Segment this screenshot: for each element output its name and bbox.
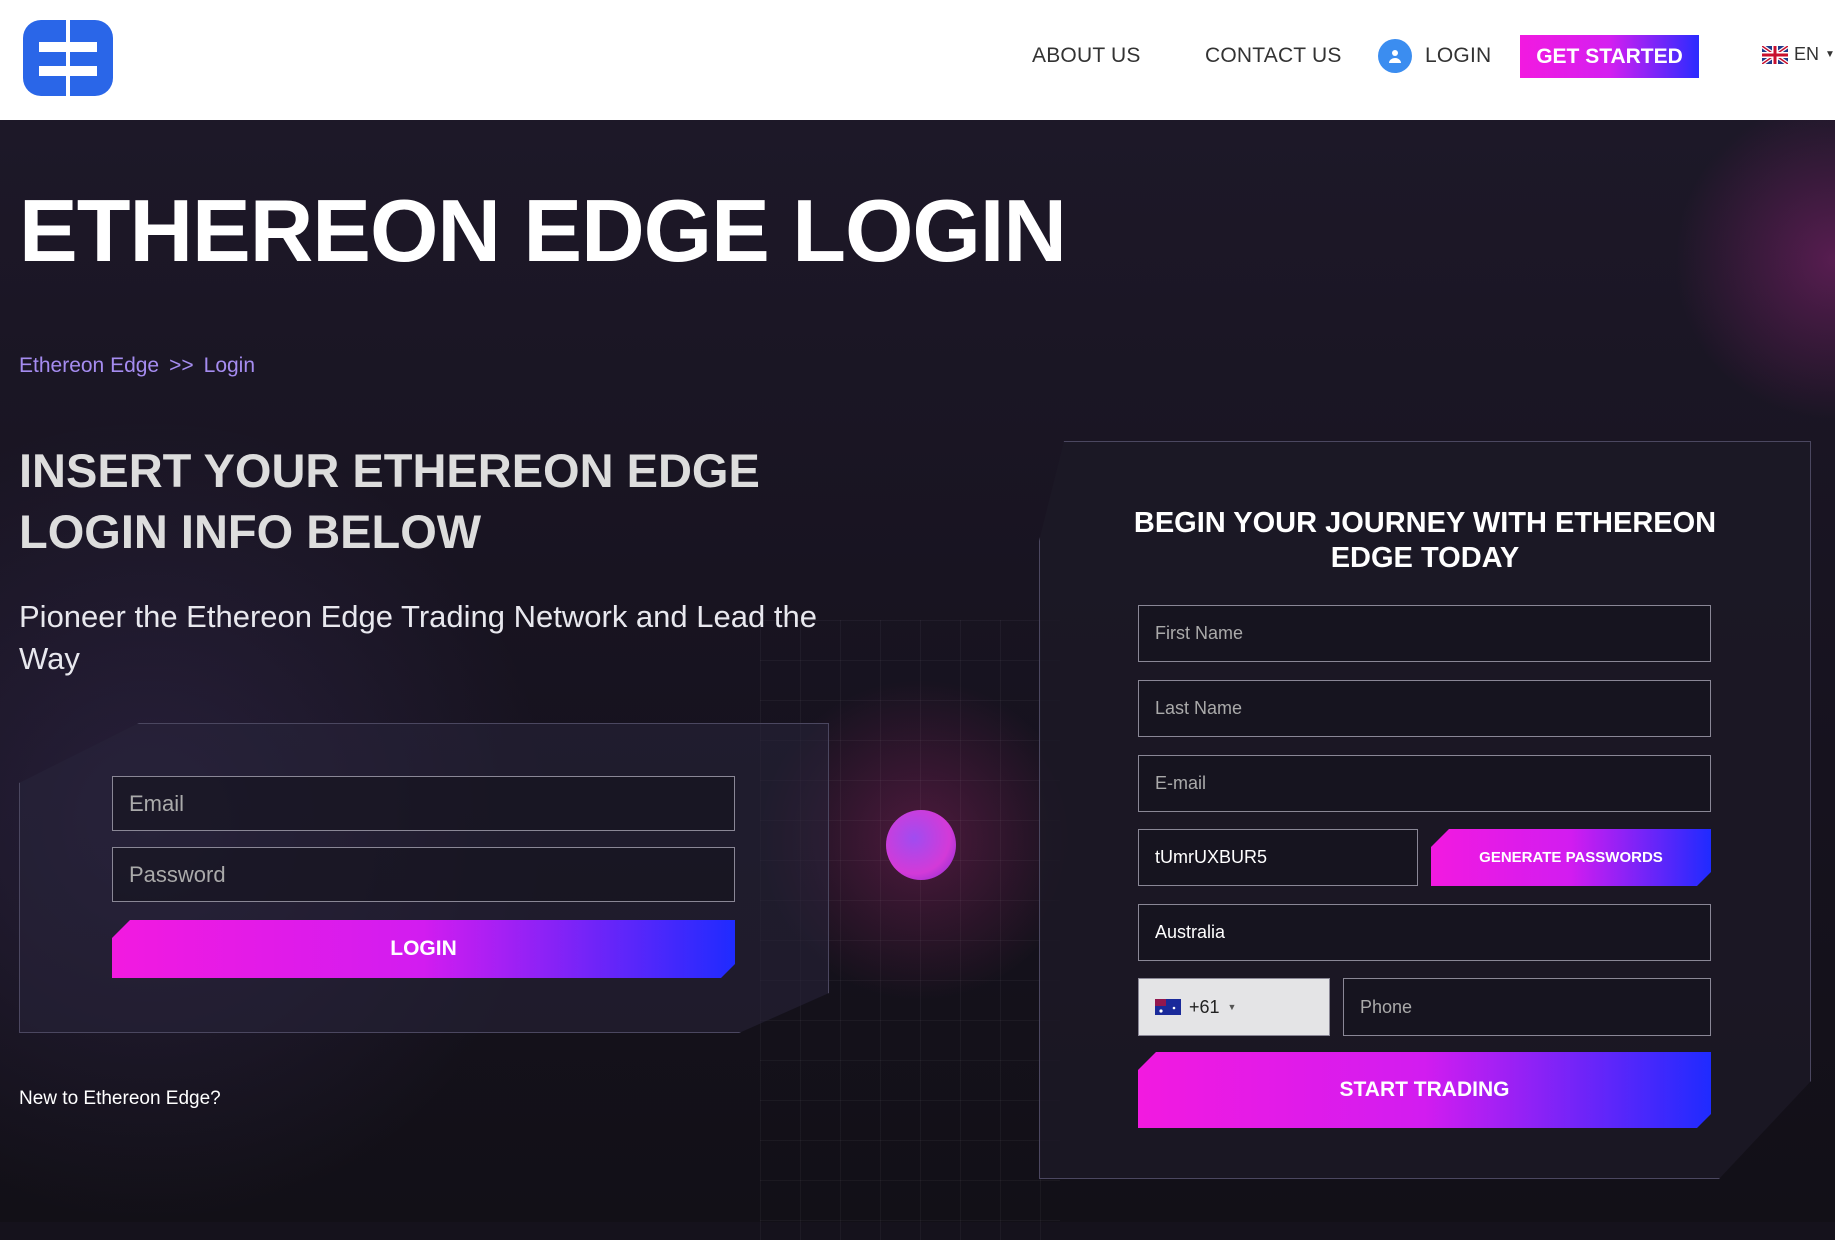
user-icon[interactable] (1378, 39, 1412, 73)
nav-login[interactable]: LOGIN (1425, 44, 1491, 68)
language-selector[interactable]: EN ▼ (1762, 44, 1835, 65)
signup-email-input[interactable]: E-mail (1138, 755, 1711, 812)
get-started-button[interactable]: GET STARTED (1520, 35, 1699, 78)
chevron-down-icon: ▼ (1825, 49, 1835, 60)
new-user-text: New to Ethereon Edge? (19, 1088, 221, 1109)
generated-password-input[interactable]: tUmrUXBUR5 (1138, 829, 1418, 886)
email-input[interactable]: Email (112, 776, 735, 831)
subheading: Pioneer the Ethereon Edge Trading Networ… (19, 599, 817, 676)
australia-flag-icon (1155, 999, 1181, 1015)
generate-passwords-button[interactable]: GENERATE PASSWORDS (1431, 829, 1711, 886)
logo-icon[interactable] (21, 16, 115, 100)
page-title: ETHEREON EDGE LOGIN (19, 181, 1067, 280)
first-name-input[interactable]: First Name (1138, 605, 1711, 662)
last-name-input[interactable]: Last Name (1138, 680, 1711, 737)
caret-down-icon: ▼ (1227, 1002, 1237, 1012)
login-button[interactable]: LOGIN (112, 920, 735, 978)
password-input[interactable]: Password (112, 847, 735, 902)
decorative-orb (886, 810, 956, 880)
login-heading: INSERT YOUR ETHEREON EDGE LOGIN INFO BEL… (19, 444, 760, 558)
country-select[interactable]: Australia (1138, 904, 1711, 961)
start-trading-button[interactable]: START TRADING (1138, 1052, 1711, 1128)
breadcrumb-separator: >> (169, 354, 194, 377)
language-label: EN (1794, 44, 1820, 64)
uk-flag-icon (1762, 45, 1788, 64)
nav-contact-us[interactable]: CONTACT US (1205, 44, 1342, 68)
dial-code: +61 (1189, 996, 1220, 1017)
breadcrumb-home[interactable]: Ethereon Edge (19, 354, 159, 377)
breadcrumb-current: Login (203, 354, 256, 377)
header: ABOUT US CONTACT US LOGIN GET STARTED EN… (0, 0, 1835, 120)
dial-code-select[interactable]: +61 ▼ (1138, 978, 1330, 1036)
nav-about-us[interactable]: ABOUT US (1032, 44, 1141, 68)
breadcrumb: Ethereon Edge >> Login (19, 354, 265, 378)
signup-title: BEGIN YOUR JOURNEY WITH ETHEREON EDGE TO… (1133, 507, 1717, 574)
phone-input[interactable]: Phone (1343, 978, 1711, 1036)
